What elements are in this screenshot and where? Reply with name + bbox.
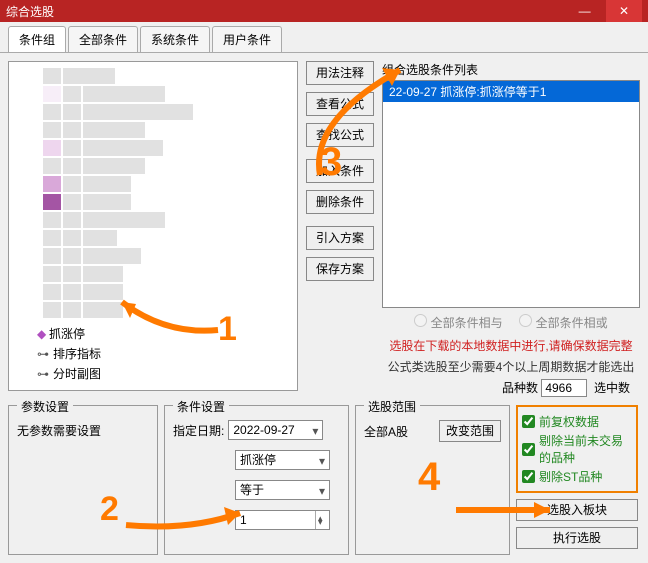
date-label: 指定日期: bbox=[173, 422, 224, 439]
scope-panel: 选股范围 全部A股 改变范围 bbox=[355, 405, 510, 555]
variety-count-value bbox=[541, 379, 587, 397]
add-to-block-button[interactable]: 选股入板块 bbox=[516, 499, 638, 521]
check-exclude-nontrading[interactable]: 剔除当前未交易的品种 bbox=[522, 432, 632, 466]
field-select[interactable]: 抓涨停 bbox=[235, 450, 330, 470]
options-column: 前复权数据 剔除当前未交易的品种 剔除ST品种 选股入板块 执行选股 bbox=[516, 405, 638, 555]
check-exclude-st[interactable]: 剔除ST品种 bbox=[522, 468, 632, 485]
tab-bar: 条件组 全部条件 系统条件 用户条件 bbox=[0, 22, 648, 53]
add-condition-button[interactable]: 加入条件 bbox=[306, 159, 374, 183]
param-empty-msg: 无参数需要设置 bbox=[17, 422, 149, 439]
tree-item-catch-limit-up[interactable]: ◆抓涨停 bbox=[35, 324, 103, 344]
operator-select[interactable]: 等于 bbox=[235, 480, 330, 500]
find-formula-button[interactable]: 查找公式 bbox=[306, 123, 374, 147]
scope-panel-title: 选股范围 bbox=[364, 398, 420, 415]
param-panel-title: 参数设置 bbox=[17, 398, 73, 415]
tab-all-conditions[interactable]: 全部条件 bbox=[68, 26, 138, 52]
cond-panel-title: 条件设置 bbox=[173, 398, 229, 415]
combo-conditions-listbox[interactable]: 22-09-27 抓涨停:抓涨停等于1 bbox=[382, 80, 640, 308]
period-requirement-message: 公式类选股至少需要4个以上周期数据才能选出 bbox=[382, 358, 640, 375]
combo-conditions-label: 组合选股条件列表 bbox=[382, 61, 640, 78]
titlebar: 综合选股 — ✕ bbox=[0, 0, 648, 22]
save-plan-button[interactable]: 保存方案 bbox=[306, 257, 374, 281]
close-button[interactable]: ✕ bbox=[606, 0, 642, 22]
tab-user-conditions[interactable]: 用户条件 bbox=[212, 26, 282, 52]
tree-item-sort-indicator[interactable]: ⊶排序指标 bbox=[35, 344, 103, 364]
tree-item-intraday-subchart[interactable]: ⊶分时副图 bbox=[35, 364, 103, 384]
usage-notes-button[interactable]: 用法注释 bbox=[306, 61, 374, 85]
import-plan-button[interactable]: 引入方案 bbox=[306, 226, 374, 250]
minimize-button[interactable]: — bbox=[567, 0, 603, 22]
pixelated-content bbox=[43, 68, 223, 320]
value-spinner[interactable] bbox=[315, 511, 329, 529]
selected-count-label: 选中数 bbox=[594, 381, 630, 395]
scope-value: 全部A股 bbox=[364, 423, 408, 440]
combine-mode-radios: 全部条件相与 全部条件相或 bbox=[382, 308, 640, 333]
date-select[interactable]: 2022-09-27 bbox=[228, 420, 323, 440]
delete-condition-button[interactable]: 删除条件 bbox=[306, 190, 374, 214]
view-formula-button[interactable]: 查看公式 bbox=[306, 92, 374, 116]
param-settings-panel: 参数设置 无参数需要设置 bbox=[8, 405, 158, 555]
tab-condition-group[interactable]: 条件组 bbox=[8, 26, 66, 52]
radio-or[interactable]: 全部条件相或 bbox=[519, 316, 607, 330]
condition-settings-panel: 条件设置 指定日期: 2022-09-27 抓涨停 等于 1 bbox=[164, 405, 349, 555]
condition-tree[interactable]: ◆抓涨停 ⊶排序指标 ⊶分时副图 bbox=[8, 61, 298, 391]
check-forward-adjust[interactable]: 前复权数据 bbox=[522, 413, 632, 430]
window-title: 综合选股 bbox=[6, 3, 567, 20]
value-input[interactable]: 1 bbox=[235, 510, 330, 530]
count-row: 品种数 选中数 bbox=[382, 375, 640, 397]
tab-system-conditions[interactable]: 系统条件 bbox=[140, 26, 210, 52]
execute-select-button[interactable]: 执行选股 bbox=[516, 527, 638, 549]
options-checkbox-group: 前复权数据 剔除当前未交易的品种 剔除ST品种 bbox=[516, 405, 638, 493]
combo-condition-item[interactable]: 22-09-27 抓涨停:抓涨停等于1 bbox=[383, 81, 639, 102]
variety-count-label: 品种数 bbox=[502, 381, 538, 395]
change-scope-button[interactable]: 改变范围 bbox=[439, 420, 501, 442]
middle-button-column: 用法注释 查看公式 查找公式 加入条件 删除条件 引入方案 保存方案 bbox=[306, 61, 374, 397]
data-warning-message: 选股在下载的本地数据中进行,请确保数据完整 bbox=[382, 337, 640, 354]
radio-and[interactable]: 全部条件相与 bbox=[414, 316, 502, 330]
